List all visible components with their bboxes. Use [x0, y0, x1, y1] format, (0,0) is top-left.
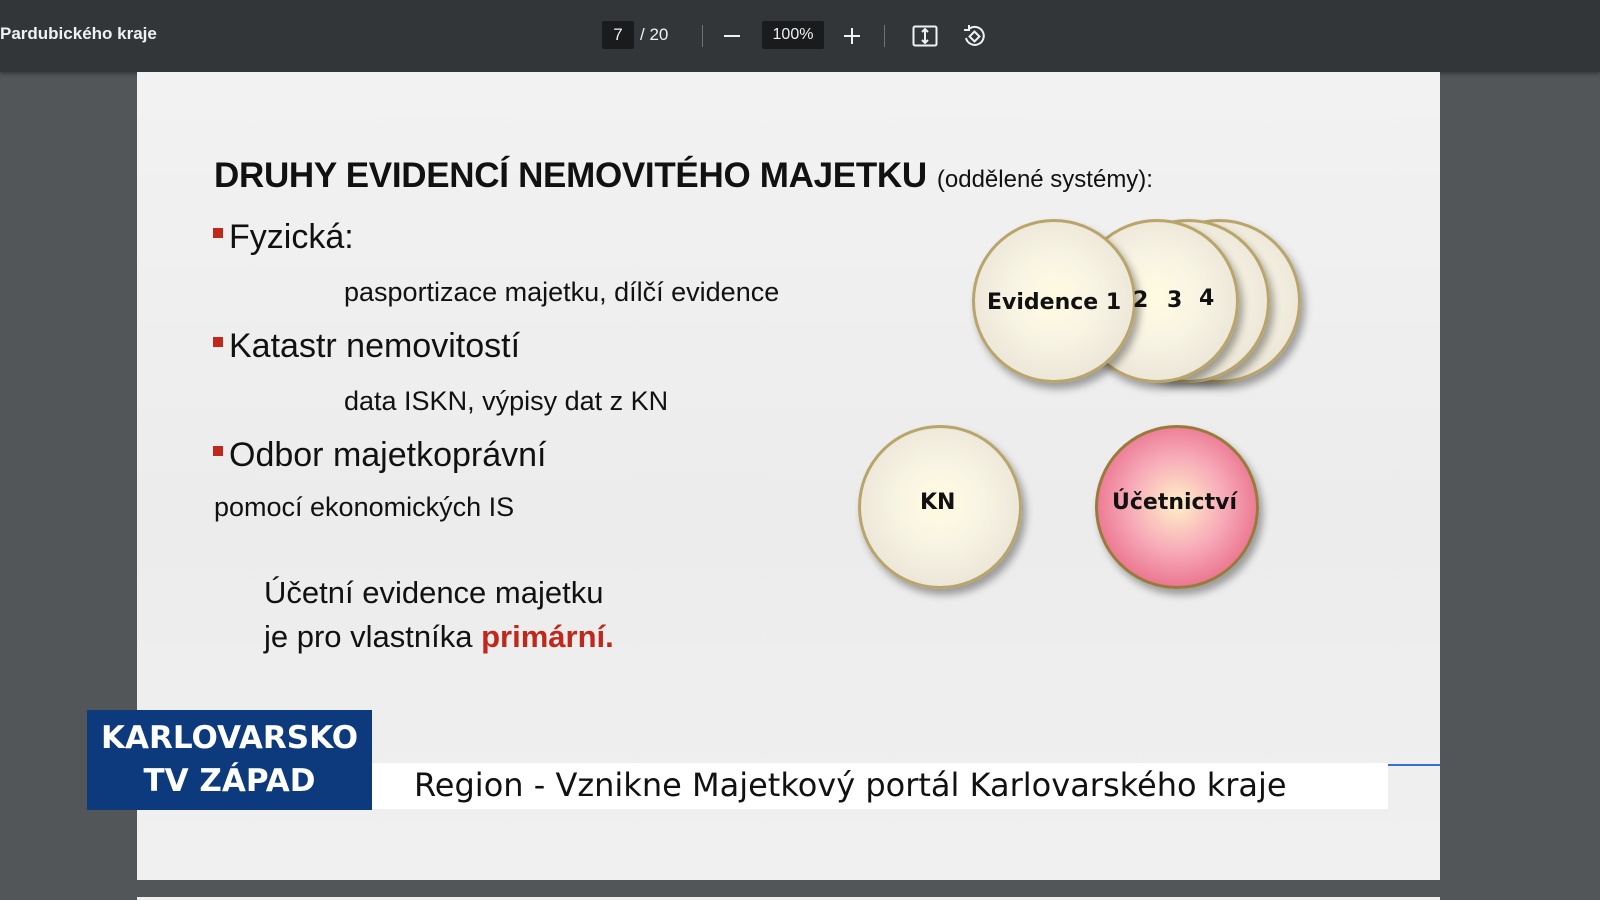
bullet-item: Katastr nemovitostí: [213, 327, 520, 366]
news-headline-bar: Region - Vznikne Majetkový portál Karlov…: [372, 763, 1388, 809]
rotate-button[interactable]: [958, 20, 990, 52]
bullet-label: Katastr nemovitostí: [229, 327, 521, 365]
channel-logo: KARLOVARSKO TV ZÁPAD: [87, 710, 372, 810]
headline-accent-line: [1388, 764, 1440, 766]
primary-statement-line2: je pro vlastníka primární.: [264, 619, 614, 655]
bullet-item: Odbor majetkoprávní: [213, 436, 547, 475]
evidence-2-label: 2: [1133, 288, 1149, 313]
fit-to-page-button[interactable]: [909, 20, 941, 52]
channel-logo-line2: TV ZÁPAD: [143, 763, 316, 799]
zoom-level-input[interactable]: 100%: [762, 21, 824, 49]
slide-title: DRUHY EVIDENCÍ NEMOVITÉHO MAJETKU (odděle…: [214, 156, 1153, 196]
primary-statement-highlight: primární.: [481, 619, 614, 654]
bullet-detail: pasportizace majetku, dílčí evidence: [344, 277, 780, 307]
toolbar-divider: [884, 25, 885, 47]
plus-icon: [844, 28, 860, 44]
bullet-label: Odbor majetkoprávní: [229, 436, 547, 474]
page-total: / 20: [640, 25, 669, 44]
bullet-label: Fyzická:: [229, 218, 354, 256]
bullet-item: Fyzická:: [213, 218, 354, 257]
kn-label: KN: [920, 490, 956, 515]
toolbar-divider: [702, 25, 703, 47]
bullet-marker: [213, 337, 223, 347]
accounting-label: Účetnictví: [1112, 490, 1237, 515]
bullet-marker: [213, 446, 223, 456]
evidence-4-label: 4: [1199, 286, 1215, 311]
bullet-detail: data ISKN, výpisy dat z KN: [344, 386, 669, 416]
document-title: Pardubického kraje: [0, 24, 157, 43]
evidence-3-label: 3: [1167, 288, 1183, 313]
page-number-input[interactable]: 7: [602, 21, 634, 49]
minus-icon: [724, 35, 740, 37]
rotate-icon: [964, 25, 985, 46]
evidence-1-label: Evidence 1: [987, 290, 1122, 315]
news-headline: Region - Vznikne Majetkový portál Karlov…: [414, 766, 1287, 804]
zoom-in-button[interactable]: [836, 20, 868, 52]
bullet-marker: [213, 228, 223, 238]
primary-statement-line1: Účetní evidence majetku: [264, 575, 604, 610]
zoom-out-button[interactable]: [716, 20, 748, 52]
primary-statement-prefix: je pro vlastníka: [264, 619, 473, 654]
bullet-detail: pomocí ekonomických IS: [214, 492, 515, 522]
fit-to-page-icon: [912, 25, 938, 47]
slide-title-main: DRUHY EVIDENCÍ NEMOVITÉHO MAJETKU: [214, 156, 927, 195]
channel-logo-line1: KARLOVARSKO: [100, 720, 359, 756]
slide-title-sub: (oddělené systémy):: [936, 166, 1153, 193]
pdf-toolbar: Pardubického kraje 7 / 20 100%: [0, 0, 1600, 72]
